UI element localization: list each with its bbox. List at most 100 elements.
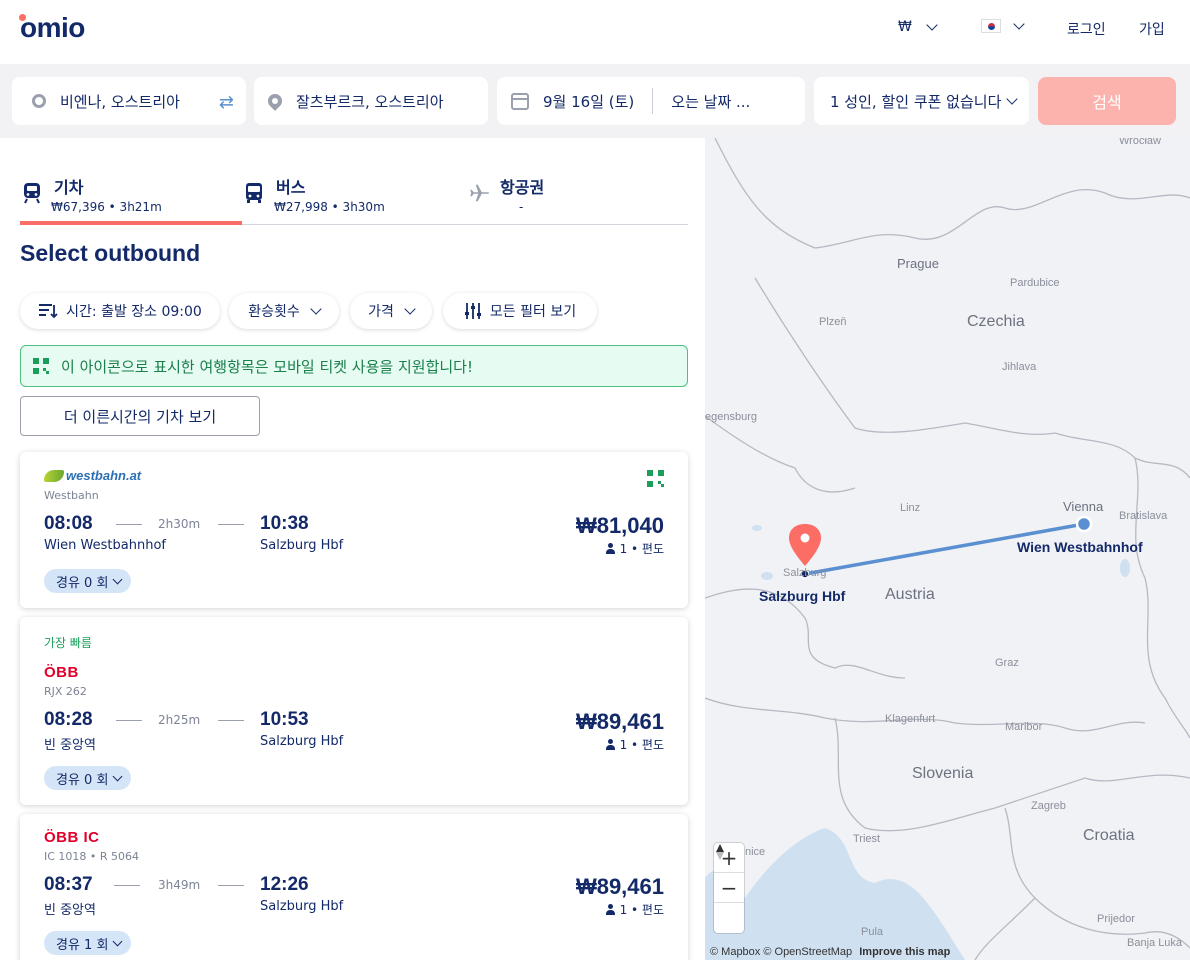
page-title: Select outbound [20,240,201,266]
map-label-croatia: Croatia [1083,827,1135,844]
arrival-time: 10:53 [260,709,309,730]
divider [652,88,654,114]
mobile-ticket-icon [647,470,664,487]
map-label-regensburg: egensburg [705,411,757,423]
map-label-klagenfurt: Klagenfurt [885,713,936,725]
operator-name: Westbahn [44,489,99,502]
chevron-down-icon [112,771,123,781]
arrival-time: 10:38 [260,513,309,534]
stops-label: 경유 0 회 [56,772,109,788]
divider [218,885,244,886]
chevron-down-icon [1013,17,1025,30]
map-label-bratislava: Bratislava [1119,510,1168,522]
person-icon [605,904,616,915]
divider [114,885,140,886]
location-pin-icon [265,91,285,111]
map-label-trieste: Triest [853,833,881,845]
time-filter-chip[interactable]: 시간: 출발 장소 09:00 [20,293,220,329]
map-label-origin-station: Wien Westbahnhof [1017,539,1143,555]
korea-flag-icon [981,19,1001,33]
map-label-slovenia: Slovenia [912,765,974,782]
result-card[interactable]: ÖBB IC IC 1018 • R 5064 08:37 3h49m 12:2… [20,814,688,960]
divider [218,524,244,525]
divider [116,720,142,721]
origin-field[interactable]: 비엔나, 오스트리아 ⇄ [12,77,246,125]
departure-station: Wien Westbahnhof [44,538,166,553]
omio-logo[interactable]: omio [20,12,85,44]
passenger-label: 1 • 편도 [619,903,664,917]
transfers-filter-chip[interactable]: 환승횟수 [229,293,339,329]
tab-bus-sub: ₩27,998 • 3h30m [274,200,385,214]
price: ₩89,461 [575,709,664,734]
transport-tabs: 기차 ₩67,396 • 3h21m 버스 ₩27,998 • 3h30m 항공… [20,164,688,225]
calendar-icon [511,92,529,110]
train-icon [22,182,42,209]
map-label-plzen: Plzeň [819,316,847,328]
search-bar: 비엔나, 오스트리아 ⇄ 잘츠부르크, 오스트리아 9월 16일 (토) 오는 … [0,64,1190,138]
tab-train[interactable]: 기차 ₩67,396 • 3h21m [20,164,242,225]
price: ₩81,040 [575,513,664,538]
stops-badge[interactable]: 경유 1 회 [44,931,132,955]
arrival-time: 12:26 [260,874,309,895]
passenger-label: 1 • 편도 [619,738,664,752]
top-header: omio ₩ 로그인 가입 [0,0,1190,64]
improve-map-link[interactable]: Improve this map [859,946,950,958]
person-icon [605,543,616,554]
westbahn-leaf-icon [44,469,64,482]
transfers-filter-label: 환승횟수 [248,304,300,320]
map-label-maribor: Maribor [1005,721,1043,733]
zoom-out-button[interactable]: − [714,873,744,903]
tab-flights-title: 항공권 [500,178,545,197]
chevron-down-icon [310,302,322,315]
signup-link[interactable]: 가입 [1139,19,1165,39]
depart-date[interactable]: 9월 16일 (토) [543,91,634,112]
return-date[interactable]: 오는 날짜 ... [671,91,750,112]
currency-selector[interactable]: ₩ [898,18,938,35]
tab-flights-sub: - [519,200,524,214]
map-label-venice: nice [745,846,766,858]
sort-icon [39,304,58,319]
stops-badge[interactable]: 경유 0 회 [44,766,132,790]
destination-field[interactable]: 잘츠부르크, 오스트리아 [254,77,488,125]
duration: 3h49m [158,878,201,892]
chevron-down-icon [112,574,123,584]
date-field[interactable]: 9월 16일 (토) 오는 날짜 ... [497,77,805,125]
map-label-graz: Graz [995,657,1019,669]
price-filter-chip[interactable]: 가격 [350,293,432,329]
arrival-station: Salzburg Hbf [260,734,344,749]
result-card[interactable]: westbahn.at Westbahn 08:08 2h30m 10:38 W… [20,452,688,608]
map-label-salzburg-city: Salzburg [783,567,827,579]
stops-label: 경유 0 회 [56,575,109,591]
route-map[interactable]: Wrocław Prague Pardubice Plzeň Czechia J… [705,138,1190,960]
price-filter-label: 가격 [368,304,394,320]
tab-flights[interactable]: 항공권 - [464,164,686,224]
departure-station: 빈 중앙역 [44,903,96,918]
swap-icon[interactable]: ⇄ [219,92,234,113]
departure-time: 08:37 [44,874,93,895]
map-label-pula: Pula [861,926,884,938]
map-attribution: © Mapbox © OpenStreetMap Improve this ma… [710,946,950,958]
search-button[interactable]: 검색 [1038,77,1176,125]
attribution-text[interactable]: © Mapbox © OpenStreetMap [710,946,852,958]
compass-button[interactable] [714,844,744,933]
passengers-field[interactable]: 1 성인, 할인 쿠폰 없습니다 [814,77,1029,125]
map-label-banja-luka: Banja Luka [1127,937,1183,949]
passenger-label: 1 • 편도 [619,542,664,556]
stops-badge[interactable]: 경유 0 회 [44,569,132,593]
language-selector[interactable] [981,17,1025,33]
notice-text: 이 아이콘으로 표시한 여행항목은 모바일 티켓 사용을 지원합니다! [61,357,473,376]
duration: 2h25m [158,713,201,727]
tab-bus[interactable]: 버스 ₩27,998 • 3h30m [242,164,464,224]
result-card[interactable]: 가장 빠름 ÖBB RJX 262 08:28 2h25m 10:53 빈 중앙… [20,617,688,805]
tab-train-sub: ₩67,396 • 3h21m [51,200,162,214]
map-label-vienna: Vienna [1063,499,1104,514]
all-filters-chip[interactable]: 모든 필터 보기 [443,293,597,329]
chevron-down-icon [404,302,416,315]
obb-logo: ÖBB [44,664,79,681]
duration: 2h30m [158,517,201,531]
passenger-info: 1 • 편도 [605,901,664,918]
person-icon [605,739,616,750]
earlier-trains-button[interactable]: 더 이른시간의 기차 보기 [20,396,260,436]
qr-code-icon [33,358,49,374]
login-link[interactable]: 로그인 [1067,19,1106,39]
